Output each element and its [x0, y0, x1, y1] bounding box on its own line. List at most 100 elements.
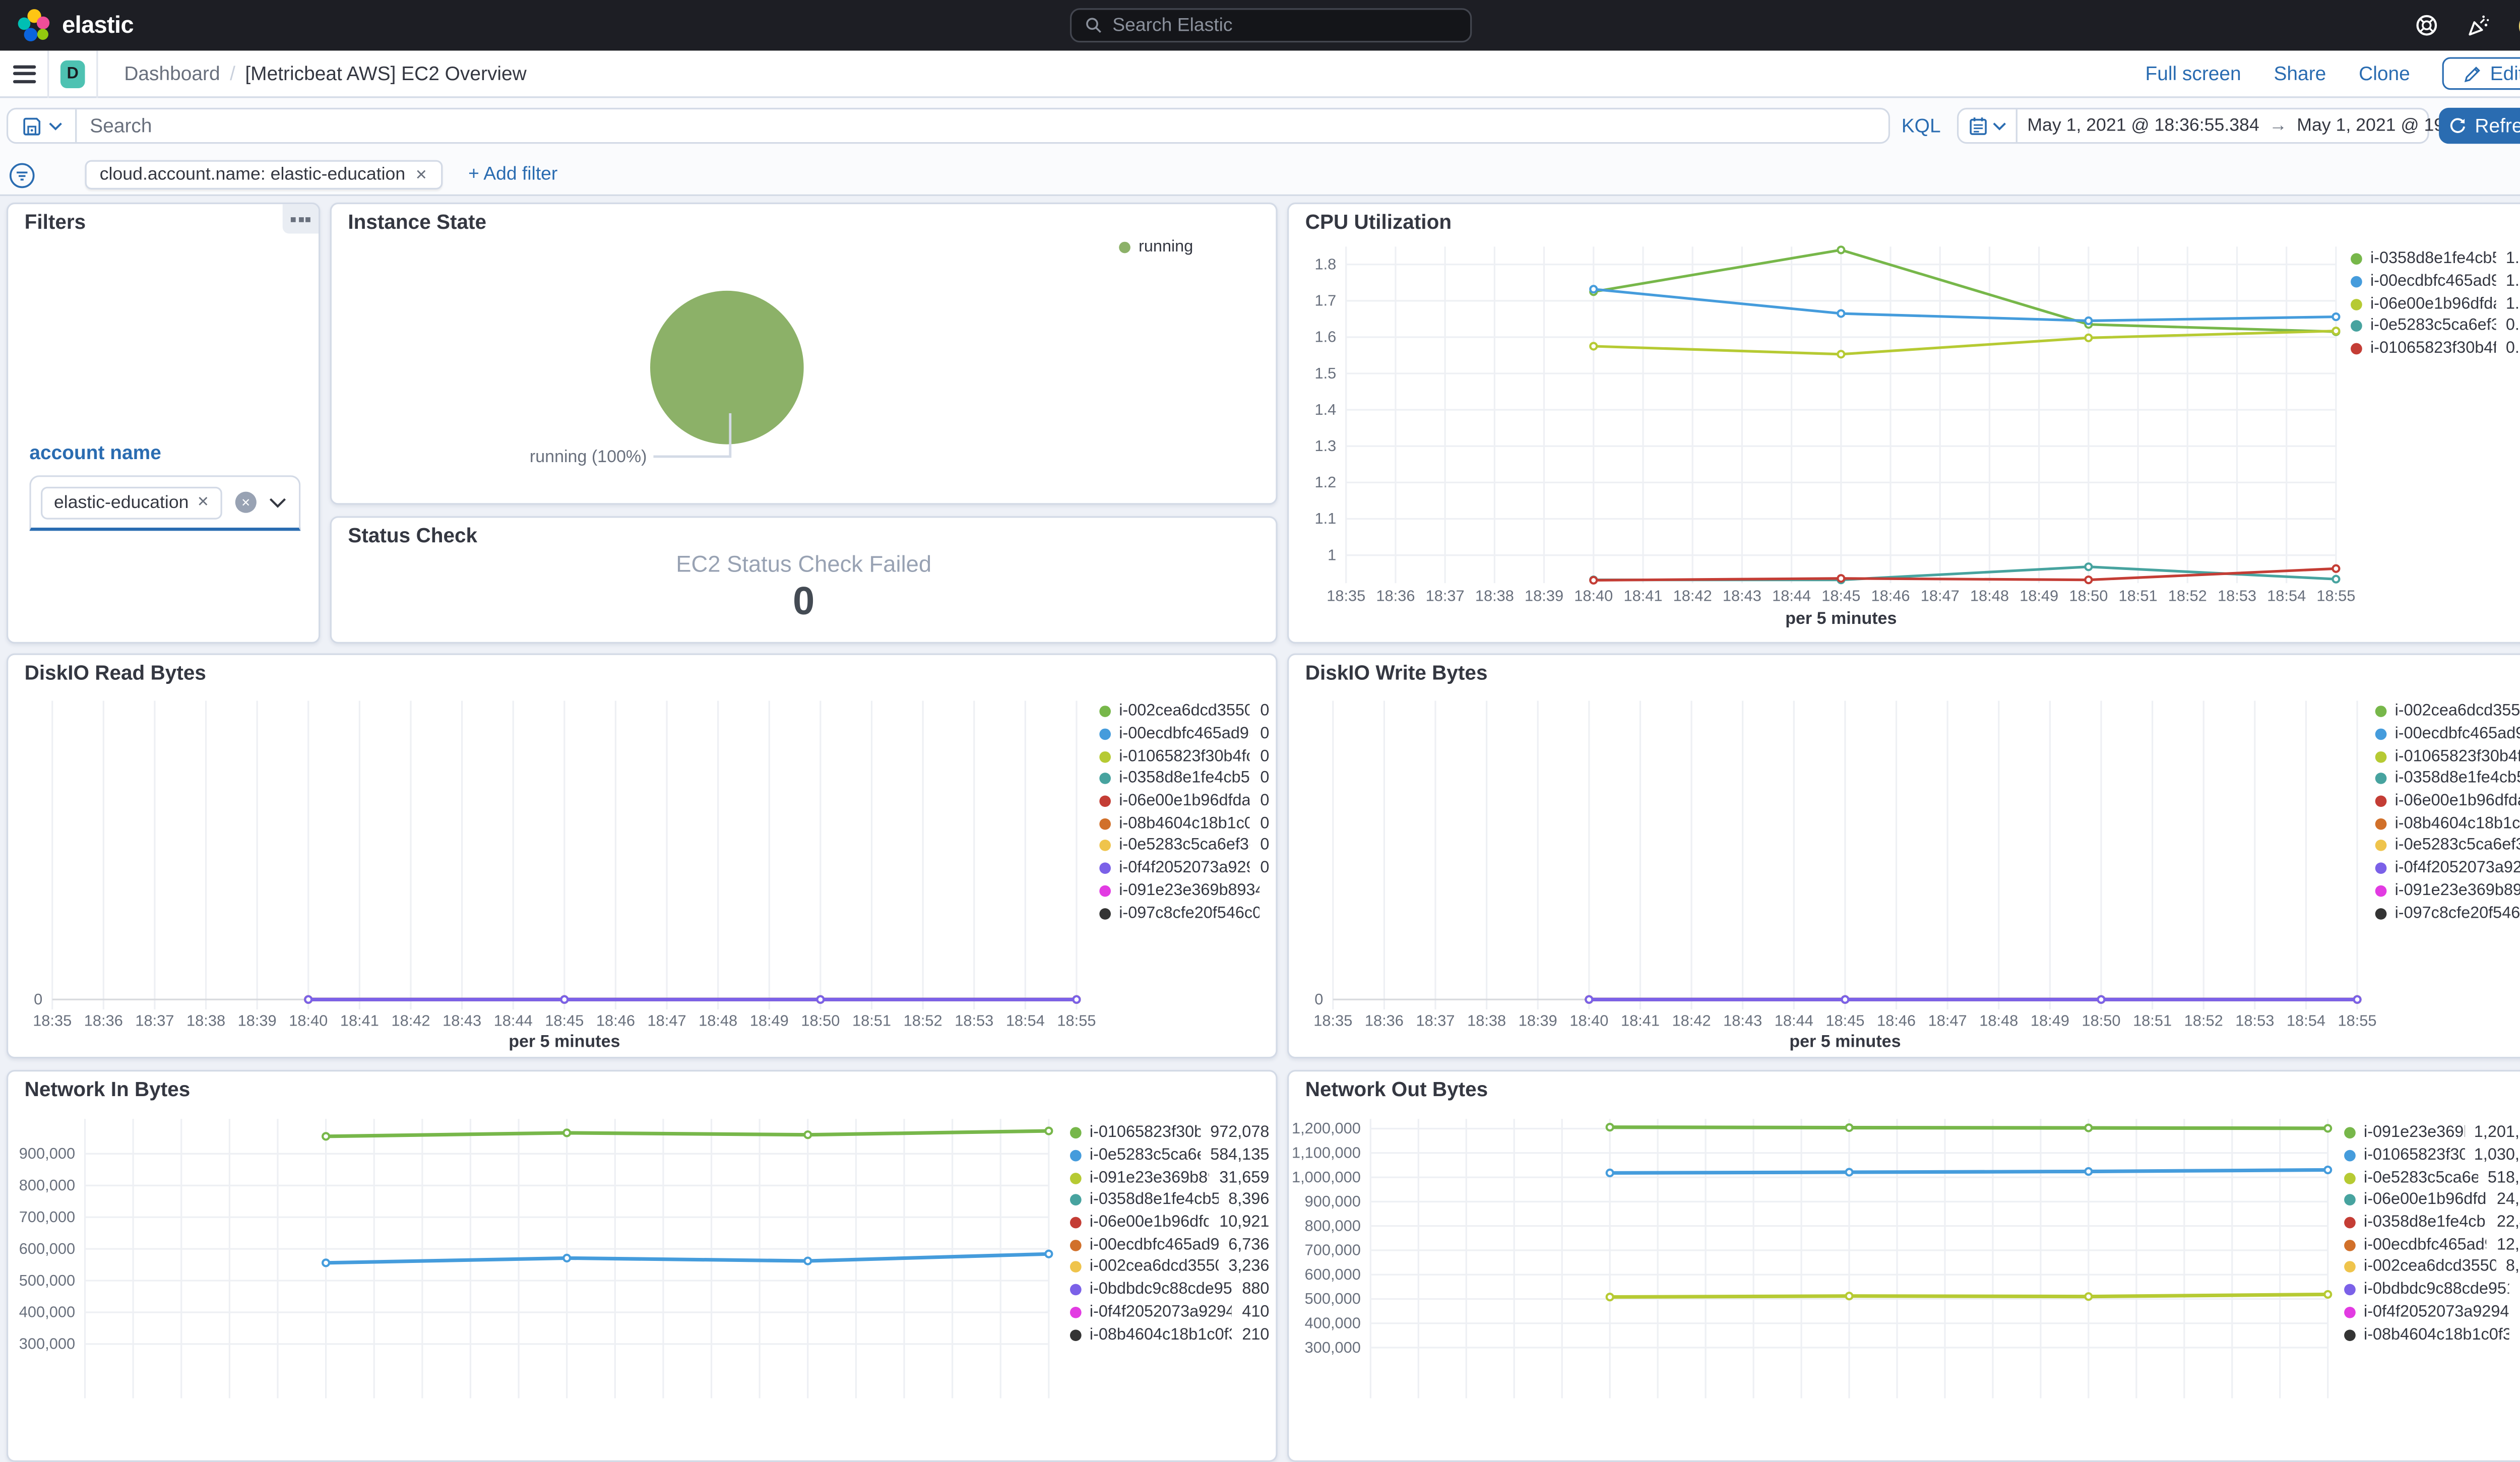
legend-item[interactable]: i-08b4604c18b1c0f34 210	[1069, 1323, 1269, 1346]
breadcrumb-dashboard[interactable]: Dashboard	[124, 62, 220, 85]
kql-search-input[interactable]: Search	[77, 114, 1888, 137]
legend-item[interactable]: i-0f4f2052073a92947208	[2344, 1301, 2520, 1323]
legend-series-value: 3,236	[1228, 1258, 1270, 1277]
remove-option-icon[interactable]: ✕	[197, 493, 209, 512]
svg-text:18:38: 18:38	[1475, 587, 1514, 605]
legend-item[interactable]: i-097c8cfe20f546c0a	[2375, 902, 2520, 924]
svg-text:18:37: 18:37	[135, 1011, 174, 1029]
refresh-button[interactable]: Refresh	[2439, 107, 2520, 144]
legend-item[interactable]: i-002cea6dcd35502f7 3,236	[1069, 1256, 1270, 1279]
svg-text:900,000: 900,000	[1305, 1192, 1361, 1210]
legend-item[interactable]: i-00ecdbfc465ad98df0	[1099, 723, 1269, 745]
legend-series-name: i-01065823f30b4fc21	[2395, 747, 2520, 766]
chevron-down-icon[interactable]	[269, 497, 286, 507]
elastic-logo[interactable]: elastic	[16, 8, 134, 43]
kql-toggle[interactable]: KQL	[1902, 108, 1941, 144]
account-name-combobox[interactable]: elastic-education ✕ ✕	[29, 475, 301, 531]
legend-color-dot	[1069, 1127, 1082, 1139]
legend-item[interactable]: i-0f4f2052073a929470	[1099, 857, 1269, 879]
full-screen-link[interactable]: Full screen	[2145, 62, 2241, 85]
clear-selection-icon[interactable]: ✕	[235, 491, 257, 513]
legend-item[interactable]: i-01065823f30b4fc21 972,078	[1069, 1122, 1269, 1145]
legend-item[interactable]: i-091e23e369b893... 1,201,252	[2344, 1122, 2520, 1145]
svg-text:18:36: 18:36	[1376, 587, 1415, 605]
legend-item[interactable]: i-091e23e369b893463	[1099, 879, 1269, 902]
diskio-read-chart[interactable]: 0 18:35 18:36 18:37 18:38 18:39 18:40 18:41 18:4…	[8, 655, 1277, 1059]
diskio-write-chart[interactable]: 0 18:35 18:36 18:37 18:38 18:39 18:40 18:41 18:4…	[1289, 655, 2520, 1059]
legend-item[interactable]: i-0358d8e1fe4cb56890	[1099, 768, 1269, 790]
svg-text:18:40: 18:40	[1569, 1011, 1608, 1029]
saved-query-menu[interactable]	[8, 109, 77, 142]
legend-item[interactable]: i-01065823f30b4fc21 0.963	[2351, 338, 2520, 360]
legend-series-name: i-01065823f30b4fc21	[1089, 1124, 1201, 1142]
legend-item[interactable]: i-0f4f2052073a929470	[2375, 857, 2520, 879]
date-from[interactable]: May 1, 2021 @ 18:36:55.384	[2018, 116, 2269, 136]
legend-item[interactable]: i-091e23e369b893463 31,659	[1069, 1167, 1269, 1189]
legend-item[interactable]: running	[1119, 237, 1193, 259]
legend-item[interactable]: i-0358d8e1fe4cb56890	[2375, 768, 2520, 790]
legend-item[interactable]: i-0e5283c5ca6ef3c8c0	[1099, 835, 1269, 857]
clone-link[interactable]: Clone	[2359, 62, 2410, 85]
date-quick-menu[interactable]	[1959, 109, 2018, 142]
legend-item[interactable]: i-06e00e1b96dfda3f70	[1099, 790, 1269, 812]
legend-item[interactable]: i-06e00e1b96dfda3f70	[2375, 790, 2520, 812]
news-icon[interactable]	[2467, 13, 2491, 38]
legend-item[interactable]: i-091e23e369b893463	[2375, 879, 2520, 902]
legend-item[interactable]: i-06e00e1b96dfda3f7 24,685	[2344, 1189, 2520, 1212]
filter-field-label[interactable]: account name	[29, 441, 161, 464]
svg-text:18:37: 18:37	[1426, 587, 1465, 605]
metric-value: 0	[792, 580, 815, 624]
panel-title: Status Check	[348, 524, 478, 547]
legend-item[interactable]: i-01065823f30b4fc210	[2375, 745, 2520, 768]
legend-color-dot	[2344, 1217, 2356, 1229]
legend-item[interactable]: i-0f4f2052073a92947 410	[1069, 1301, 1269, 1323]
legend-color-dot	[1069, 1284, 1082, 1296]
menu-icon[interactable]	[13, 60, 36, 87]
svg-text:18:46: 18:46	[1871, 587, 1910, 605]
svg-text:18:52: 18:52	[2184, 1011, 2223, 1029]
edit-button[interactable]: Edit	[2442, 57, 2520, 90]
legend-item[interactable]: i-00ecdbfc465ad98df 1.656	[2351, 271, 2520, 293]
panel-options-icon[interactable]	[282, 204, 319, 234]
legend-item[interactable]: i-06e00e1b96dfda3f7 1.617	[2351, 293, 2520, 315]
legend-item[interactable]: i-097c8cfe20f546c0a	[1099, 902, 1269, 924]
global-search-input[interactable]: Search Elastic	[1069, 8, 1472, 43]
legend-series-name: i-0f4f2052073a92947	[1119, 859, 1250, 878]
legend-item[interactable]: i-0e5283c5ca6ef3c8c0	[2375, 835, 2520, 857]
remove-filter-icon[interactable]: ✕	[415, 166, 427, 184]
legend-item[interactable]: i-0e5283c5ca6ef3c8c 0.934	[2351, 315, 2520, 338]
legend-item[interactable]: i-00ecdbfc465ad98df0	[2375, 723, 2520, 745]
share-link[interactable]: Share	[2274, 62, 2326, 85]
legend-item[interactable]: i-0358d8e1fe4cb5689 8,396	[1069, 1189, 1269, 1212]
cpu-utilization-chart[interactable]: 1 1.1 1.2 1.3 1.4 1.5 1.6 1.7 1.8 18:35 18:36 18:37…	[1289, 204, 2520, 644]
legend-item[interactable]: i-01065823f30b4fc210	[1099, 745, 1269, 768]
legend-item[interactable]: i-0e5283c5ca6ef3c8c 584,135	[1069, 1145, 1269, 1167]
legend-item[interactable]: i-01065823f30b4fc... 1,030,384	[2344, 1145, 2520, 1167]
legend-series-value: 0	[1260, 725, 1270, 743]
legend-item[interactable]: i-08b4604c18b1c0f340	[1099, 812, 1269, 835]
filter-set-icon[interactable]	[8, 161, 36, 188]
space-badge[interactable]: D	[60, 59, 85, 88]
legend-item[interactable]: i-0bdbdc9c88cde9518589	[2344, 1279, 2520, 1301]
help-icon[interactable]	[2414, 13, 2439, 38]
legend-item[interactable]: i-002cea6dcd35502f70	[1099, 701, 1269, 723]
legend-item[interactable]: i-002cea6dcd35502f7 8,779	[2344, 1256, 2520, 1279]
legend-item[interactable]: i-0bdbdc9c88cde9518 880	[1069, 1279, 1269, 1301]
svg-text:500,000: 500,000	[1305, 1290, 1361, 1307]
svg-text:1.5: 1.5	[1314, 364, 1336, 382]
network-out-chart[interactable]: 300,000 400,000 500,000 600,000 700,000 800,0…	[1289, 1071, 2520, 1462]
legend-item[interactable]: i-06e00e1b96dfda3f7 10,921	[1069, 1212, 1269, 1234]
legend-item[interactable]: i-0e5283c5ca6ef3c8c 518,769	[2344, 1167, 2520, 1189]
legend-item[interactable]: i-0358d8e1fe4cb5689 1.615	[2351, 248, 2520, 271]
legend-item[interactable]: i-0358d8e1fe4cb5689 22,498	[2344, 1212, 2520, 1234]
selected-option-tag[interactable]: elastic-education ✕	[41, 486, 223, 519]
legend-item[interactable]: i-00ecdbfc465ad98df 12,176	[2344, 1234, 2520, 1256]
add-filter-link[interactable]: + Add filter	[468, 165, 557, 184]
legend-series-name: i-0bdbdc9c88cde9518	[2364, 1281, 2510, 1299]
legend-item[interactable]: i-08b4604c18b1c0f34196	[2344, 1323, 2520, 1346]
legend-item[interactable]: i-002cea6dcd35502f70	[2375, 701, 2520, 723]
filter-pill[interactable]: cloud.account.name: elastic-education ✕	[85, 160, 443, 189]
legend-series-name: i-06e00e1b96dfda3f7	[1119, 792, 1250, 810]
legend-item[interactable]: i-08b4604c18b1c0f340	[2375, 812, 2520, 835]
legend-item[interactable]: i-00ecdbfc465ad98df 6,736	[1069, 1234, 1269, 1256]
